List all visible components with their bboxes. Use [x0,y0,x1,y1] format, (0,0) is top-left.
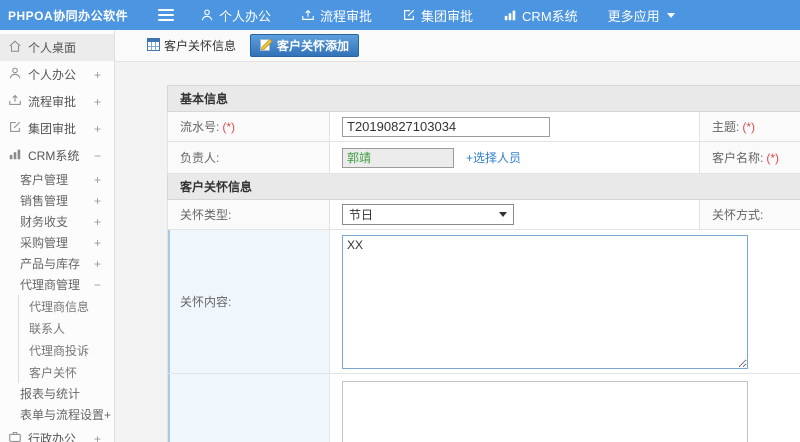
serial-input[interactable] [342,116,550,137]
care-content-textarea[interactable]: XX [342,234,748,369]
row-serial: 流水号:(*) 主题:(*) [167,111,800,142]
required-mark: (*) [766,151,780,165]
pick-person-link[interactable]: +选择人员 [466,151,521,165]
expand-toggle[interactable]: + [94,122,101,136]
sidebar-item-agent-complaint[interactable]: 代理商投诉 [19,339,114,361]
expand-toggle[interactable]: + [94,215,101,229]
sidebar-item-personal-office[interactable]: 个人办公 + [0,61,114,88]
care-method-label: 关怀方式: [699,199,800,230]
form-content: 基本信息 流水号:(*) 主题:(*) 负责人: [115,62,800,442]
collapse-toggle[interactable]: − [94,278,101,292]
user-icon [200,8,214,22]
expand-toggle[interactable]: + [94,95,101,109]
expand-toggle[interactable]: + [94,432,101,442]
expand-toggle[interactable]: + [94,194,101,208]
sidebar-item-customer-care[interactable]: 客户关怀 [19,361,114,383]
sidebar-item-crm[interactable]: CRM系统 − [0,142,114,169]
required-mark: (*) [742,120,756,134]
expand-toggle[interactable]: + [94,173,101,187]
nav-personal-office[interactable]: 个人办公 [200,6,271,25]
main-area: 客户关怀信息 客户关怀添加 基本信息 流水号: (*) T20190827103… [115,30,800,442]
row-care-type: 关怀类型: 节日 关怀方式: [167,199,800,230]
sidebar-item-agent-info[interactable]: 代理商信息 [19,295,114,317]
home-icon [8,39,22,56]
owner-label: 负责人: [167,141,330,174]
tab-customer-care-add[interactable]: 客户关怀添加 [250,34,360,57]
topbar: PHPOA协同办公软件 个人办公 流程审批 集团审批 CRM系统 更多应用 [0,0,800,30]
serial-label: 流水号: (*) [167,111,330,142]
collapse-toggle[interactable]: − [94,149,101,163]
extra-content-textarea[interactable] [342,381,748,442]
row-extra-content [167,373,800,442]
sidebar-item-contacts[interactable]: 联系人 [19,317,114,339]
sidebar-item-form-flow-settings[interactable]: 表单与流程设置+ [0,404,114,425]
section-header-care-info: 客户关怀信息 [166,173,800,200]
expand-toggle[interactable]: + [94,236,101,250]
sidebar-item-purchase-mgmt[interactable]: 采购管理 + [0,232,114,253]
menu-hamburger-icon[interactable] [158,6,174,24]
briefcase-icon [8,430,22,442]
care-type-label: 关怀类型: [167,199,330,230]
nav-crm[interactable]: CRM系统 [503,6,578,25]
group-approve-icon [402,8,416,22]
section-header-basic-info: 基本信息 [166,85,800,112]
sidebar-item-reports[interactable]: 报表与统计 [0,383,114,404]
sidebar-item-customer-mgmt[interactable]: 客户管理 + [0,169,114,190]
care-add-form: 基本信息 流水号:(*) 主题:(*) 负责人: [166,85,800,442]
app-logo: PHPOA协同办公软件 [8,8,129,23]
agent-submenu: 代理商信息 联系人 代理商投诉 客户关怀 [18,295,114,383]
user-icon [8,66,22,83]
customer-name-label: 客户名称: (*) [699,141,800,174]
extra-content-label [167,373,330,442]
nav-more-apps[interactable]: 更多应用 [608,6,675,25]
bar-chart-icon [8,147,22,164]
group-approve-icon [8,120,22,137]
bar-chart-icon [503,8,517,22]
sidebar-item-sales-mgmt[interactable]: 销售管理 + [0,190,114,211]
sidebar: 个人桌面 个人办公 + 流程审批 + 集团审批 + CRM系统 − 客户管理 +… [0,30,115,442]
row-care-content: 关怀内容: XX [167,229,800,374]
edit-pencil-icon [260,38,273,54]
sidebar-item-product-stock[interactable]: 产品与库存 + [0,253,114,274]
sidebar-item-group-approval[interactable]: 集团审批 + [0,115,114,142]
sidebar-item-flow-approval[interactable]: 流程审批 + [0,88,114,115]
care-content-label: 关怀内容: [167,229,330,374]
caret-down-icon [499,212,507,217]
sidebar-item-desktop[interactable]: 个人桌面 [0,34,114,61]
top-navigation: 个人办公 流程审批 集团审批 CRM系统 更多应用 [200,6,675,25]
tab-customer-care-list[interactable]: 客户关怀信息 [147,37,236,54]
sidebar-item-finance[interactable]: 财务收支 + [0,211,114,232]
sidebar-item-admin-office[interactable]: 行政办公 + [0,425,114,442]
required-mark: (*) [222,120,236,134]
subject-label: 主题: (*) [699,111,800,142]
row-owner: 负责人: +选择人员 客户名称:(*) [167,141,800,174]
nav-flow-approval[interactable]: 流程审批 [301,6,372,25]
flow-approve-icon [301,8,315,22]
flow-approve-icon [8,93,22,110]
owner-input[interactable] [342,147,454,168]
table-grid-icon [147,37,160,54]
care-type-select[interactable]: 节日 [342,204,514,225]
sidebar-item-agent-mgmt[interactable]: 代理商管理 − [0,274,114,295]
tab-bar: 客户关怀信息 客户关怀添加 [115,30,800,62]
expand-toggle[interactable]: + [94,68,101,82]
caret-down-icon [666,12,675,18]
nav-group-approval[interactable]: 集团审批 [402,6,473,25]
expand-toggle[interactable]: + [94,257,101,271]
